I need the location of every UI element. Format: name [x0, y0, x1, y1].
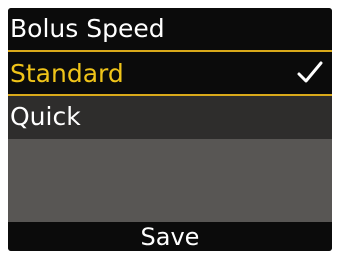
option-label: Quick — [10, 102, 81, 131]
save-button[interactable]: Save — [141, 223, 200, 251]
page-title: Bolus Speed — [8, 8, 332, 50]
option-quick[interactable]: Quick — [8, 96, 332, 139]
softkey-bar: Save — [8, 222, 332, 251]
option-standard[interactable]: Standard — [8, 50, 332, 96]
check-icon — [297, 61, 323, 83]
empty-list-area — [8, 139, 332, 222]
option-label: Standard — [10, 59, 124, 88]
pump-screen: Bolus Speed Standard Quick Save — [8, 8, 332, 251]
